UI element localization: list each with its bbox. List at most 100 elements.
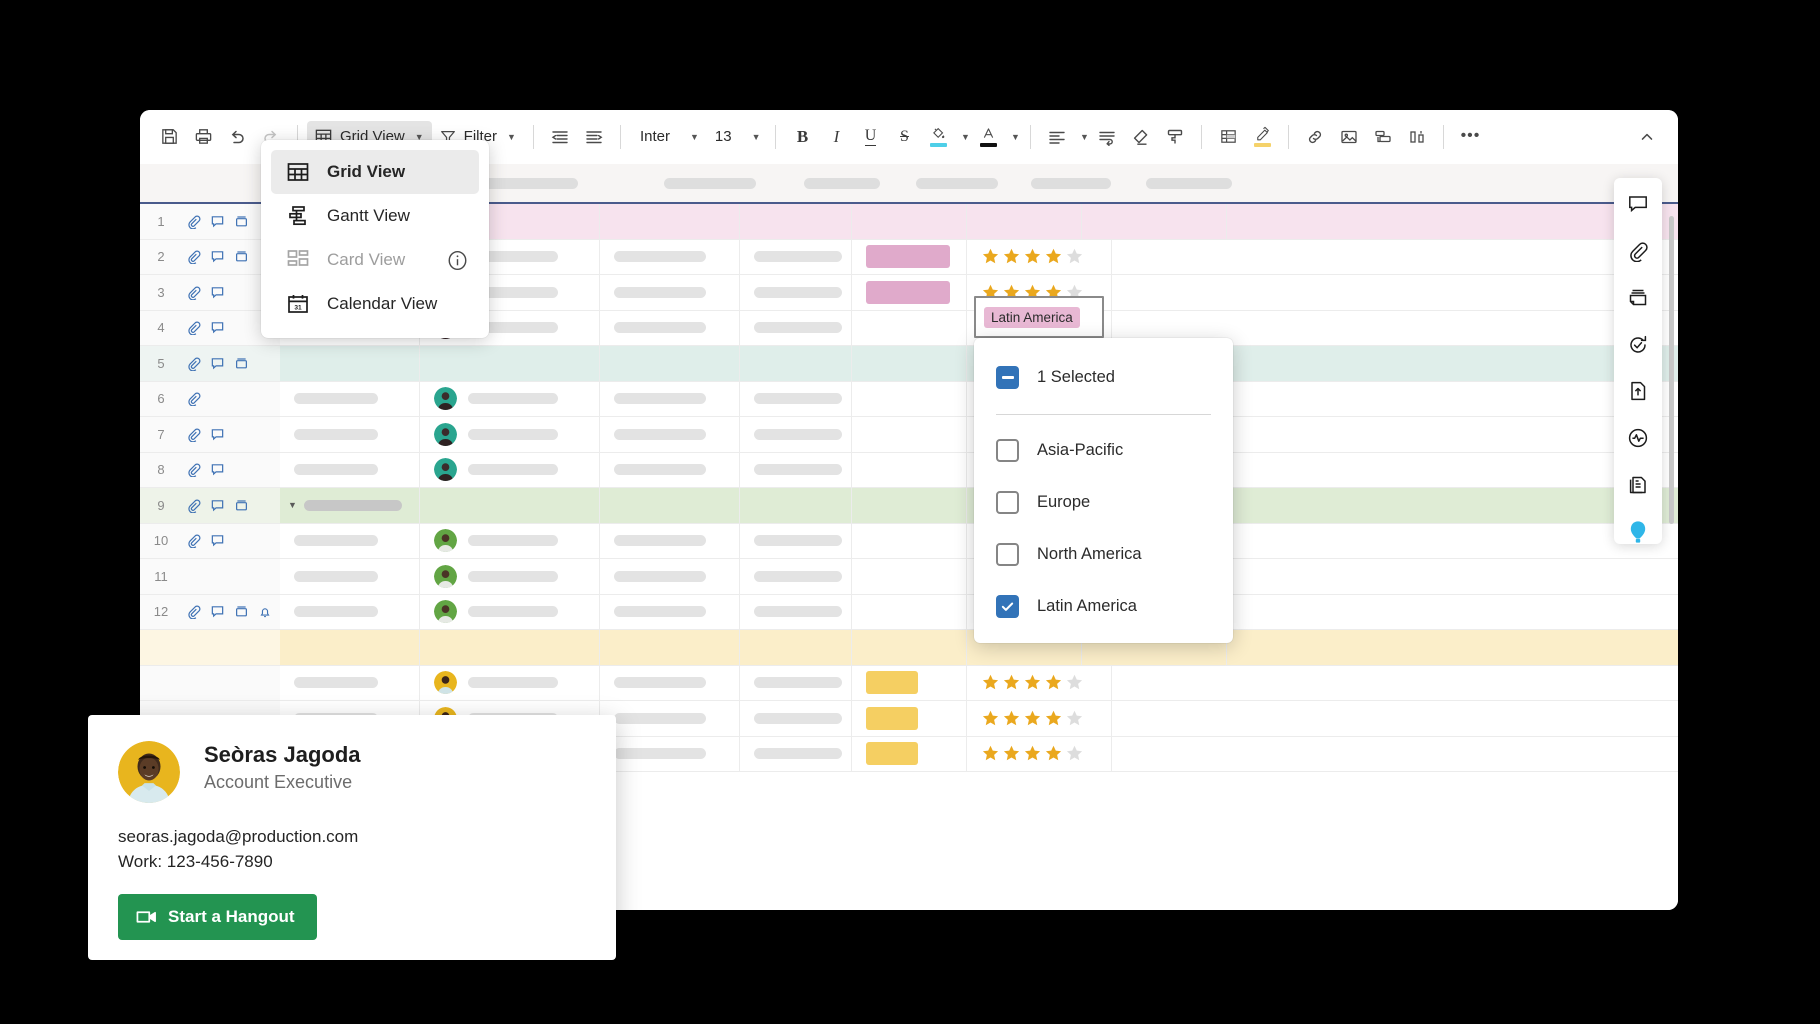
row-icons[interactable] [182,320,225,336]
publish-icon[interactable] [1624,379,1652,404]
align-caret[interactable]: ▼ [1074,120,1090,154]
row-icons[interactable] [182,427,225,442]
wrap-text-icon[interactable] [1090,120,1124,154]
contact-email[interactable]: seoras.jagoda@production.com [118,827,586,847]
more-options-button[interactable]: ••• [1453,120,1487,154]
row-icons[interactable] [182,356,249,371]
strikethrough-button[interactable]: S [887,120,921,154]
save-icon[interactable] [152,120,186,154]
checkbox-checked[interactable] [996,594,1019,618]
menu-item-calendar-view[interactable]: 31 Calendar View [271,282,479,326]
checkbox-unchecked[interactable] [996,542,1019,566]
row-icons[interactable] [182,249,249,265]
image-icon[interactable] [1332,120,1366,154]
menu-item-gantt-view[interactable]: Gantt View [271,194,479,238]
archive-icon[interactable] [234,214,249,229]
comment-icon[interactable] [210,356,225,371]
comment-icon[interactable] [210,249,225,264]
filter-option-north-america[interactable]: North America [974,535,1233,573]
chevron-up-icon[interactable] [1630,120,1664,154]
attachment-icon[interactable] [186,320,201,336]
row-icons[interactable] [182,533,225,549]
balloon-icon[interactable] [1624,519,1652,544]
right-sidebar-rail[interactable] [1614,178,1662,544]
attachment-icon[interactable] [186,498,201,513]
indeterminate-checkbox[interactable] [996,365,1019,389]
chart-icon[interactable] [1400,120,1434,154]
comment-icon[interactable] [210,604,225,619]
table-row[interactable] [140,665,1678,701]
column-header[interactable] [790,164,902,202]
bold-button[interactable]: B [785,120,819,154]
table-row[interactable]: 12 [140,594,1678,630]
archive-icon[interactable] [234,249,249,264]
attachment-icon[interactable] [186,391,201,407]
column-header[interactable] [650,164,790,202]
filter-option-latin-america[interactable]: Latin America [974,587,1233,625]
link-icon[interactable] [1298,120,1332,154]
row-icons[interactable] [182,214,249,229]
comment-icon[interactable] [210,285,225,300]
font-family-selector[interactable]: Inter ▼ [630,121,705,153]
increase-indent-icon[interactable] [577,120,611,154]
table-row[interactable] [140,630,1678,666]
checkbox-unchecked[interactable] [996,438,1019,462]
comment-icon[interactable] [210,533,225,548]
format-painter-icon[interactable] [1158,120,1192,154]
star-rating[interactable] [981,709,1084,728]
expand-row-caret-icon[interactable]: ▼ [288,500,297,510]
star-rating[interactable] [981,744,1084,763]
comment-icon[interactable] [210,214,225,229]
bell-icon[interactable] [258,605,272,619]
row-icons[interactable] [182,604,272,620]
column-header[interactable] [902,164,1017,202]
row-icons[interactable] [182,462,225,478]
row-icons[interactable] [182,498,249,513]
column-header[interactable] [1017,164,1132,202]
activity-log-icon[interactable] [1624,426,1652,451]
menu-item-grid-view[interactable]: Grid View [271,150,479,194]
contact-phone[interactable]: Work: 123-456-7890 [118,852,586,872]
attachment-icon[interactable] [186,214,201,229]
highlight-button[interactable] [1245,120,1279,154]
conversations-icon[interactable] [1624,192,1652,217]
column-header[interactable] [1132,164,1277,202]
decrease-indent-icon[interactable] [543,120,577,154]
undo-icon[interactable] [220,120,254,154]
comment-icon[interactable] [210,320,225,335]
attachment-icon[interactable] [186,249,201,265]
table-row[interactable]: 8 [140,452,1678,488]
star-rating[interactable] [981,247,1084,266]
align-left-icon[interactable] [1040,120,1074,154]
attachment-icon[interactable] [186,285,201,300]
text-color-caret[interactable]: ▼ [1005,120,1021,154]
card-insert-icon[interactable] [1366,120,1400,154]
table-row[interactable]: 9 ▼ [140,488,1678,524]
table-row[interactable]: 10 [140,523,1678,559]
font-size-selector[interactable]: 13 ▼ [705,121,767,153]
comment-icon[interactable] [210,498,225,513]
star-rating[interactable] [981,673,1084,692]
comment-icon[interactable] [210,462,225,477]
view-dropdown-menu[interactable]: Grid View Gantt View Card View 31 Calend… [261,140,489,338]
info-icon[interactable] [446,249,469,272]
fill-color-caret[interactable]: ▼ [955,120,971,154]
attachment-icon[interactable] [186,533,201,549]
update-request-icon[interactable] [1624,332,1652,357]
row-icons[interactable] [182,391,201,407]
archive-icon[interactable] [234,356,249,371]
italic-button[interactable]: I [819,120,853,154]
archive-icon[interactable] [234,498,249,513]
print-icon[interactable] [186,120,220,154]
filter-option-asia-pacific[interactable]: Asia-Pacific [974,431,1233,469]
attachment-icon[interactable] [186,427,201,442]
checkbox-unchecked[interactable] [996,490,1019,514]
vertical-scrollbar[interactable] [1669,216,1674,524]
filter-select-all-row[interactable]: 1 Selected [974,358,1233,396]
table-row[interactable]: 7 [140,417,1678,453]
attachment-icon[interactable] [186,604,201,620]
clear-format-icon[interactable] [1124,120,1158,154]
attachment-icon[interactable] [186,462,201,478]
archive-icon[interactable] [234,604,249,619]
contact-hover-card[interactable]: Seòras Jagoda Account Executive seoras.j… [88,715,616,960]
